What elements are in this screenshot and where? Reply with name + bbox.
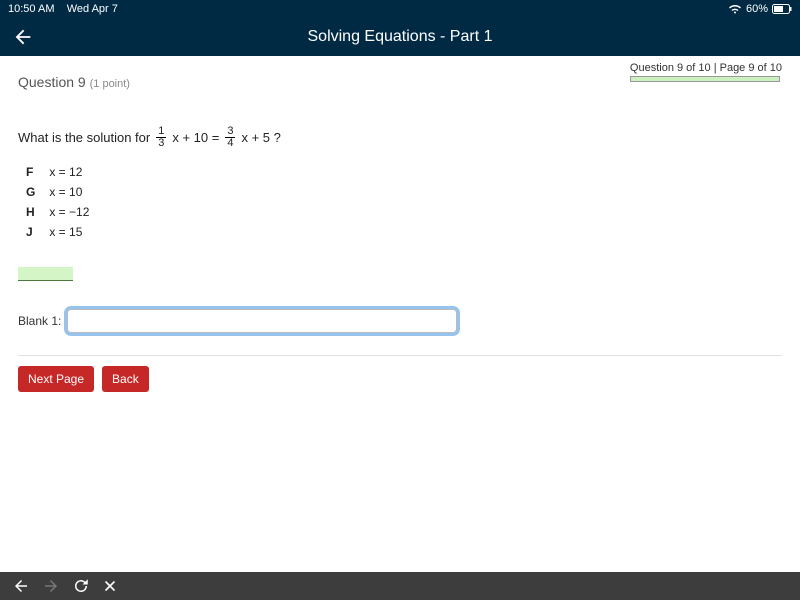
prompt-prefix: What is the solution for: [18, 130, 150, 145]
next-page-button[interactable]: Next Page: [18, 366, 94, 392]
back-button[interactable]: Back: [102, 366, 149, 392]
top-nav: Solving Equations - Part 1: [0, 18, 800, 56]
battery-pct: 60%: [746, 3, 768, 15]
question-points: (1 point): [90, 78, 130, 90]
progress-bar: [630, 76, 780, 82]
frac1-den: 3: [156, 138, 166, 149]
choice-label: G: [20, 183, 41, 201]
fraction-2: 3 4: [225, 126, 235, 149]
choice-label: H: [20, 203, 41, 221]
answer-choices: Fx = 12 Gx = 10 Hx = −12 Jx = 15: [18, 161, 782, 243]
choice-row: Hx = −12: [20, 203, 95, 221]
blank-row: Blank 1:: [18, 309, 782, 333]
divider: [18, 355, 782, 356]
choice-label: J: [20, 223, 41, 241]
back-arrow-icon[interactable]: [12, 26, 34, 48]
bottom-toolbar: [0, 572, 800, 600]
choice-label: F: [20, 163, 41, 181]
choice-row: Jx = 15: [20, 223, 95, 241]
choice-text: x = 12: [43, 163, 95, 181]
status-right: 60%: [728, 3, 792, 15]
refresh-icon[interactable]: [72, 577, 90, 595]
choice-row: Gx = 10: [20, 183, 95, 201]
question-number: Question 9: [18, 74, 86, 90]
choice-row: Fx = 12: [20, 163, 95, 181]
nav-forward-icon[interactable]: [42, 577, 60, 595]
status-bar: 10:50 AM Wed Apr 7 60%: [0, 0, 800, 18]
content-area: Question 9 of 10 | Page 9 of 10 Question…: [0, 56, 800, 392]
choice-text: x = −12: [43, 203, 95, 221]
question-prompt: What is the solution for 1 3 x + 10 = 3 …: [18, 126, 782, 149]
status-time: 10:50 AM: [8, 3, 54, 15]
battery-icon: [772, 4, 792, 14]
page-meta: Question 9 of 10 | Page 9 of 10: [630, 62, 782, 82]
choice-text: x = 15: [43, 223, 95, 241]
page-title: Solving Equations - Part 1: [308, 28, 493, 46]
choice-text: x = 10: [43, 183, 95, 201]
blank-input[interactable]: [67, 309, 457, 333]
wifi-icon: [728, 4, 742, 14]
button-row: Next Page Back: [18, 366, 782, 392]
prompt-tail: x + 5 ?: [241, 130, 280, 145]
status-left: 10:50 AM Wed Apr 7: [8, 3, 118, 15]
prompt-mid1: x + 10 =: [172, 130, 219, 145]
meta-line: Question 9 of 10 | Page 9 of 10: [630, 62, 782, 74]
frac2-den: 4: [225, 138, 235, 149]
close-icon[interactable]: [102, 578, 118, 594]
highlight-box: [18, 267, 73, 281]
status-date: Wed Apr 7: [67, 3, 118, 15]
nav-back-icon[interactable]: [12, 577, 30, 595]
question-body: What is the solution for 1 3 x + 10 = 3 …: [18, 126, 782, 333]
blank-label: Blank 1:: [18, 314, 61, 328]
fraction-1: 1 3: [156, 126, 166, 149]
